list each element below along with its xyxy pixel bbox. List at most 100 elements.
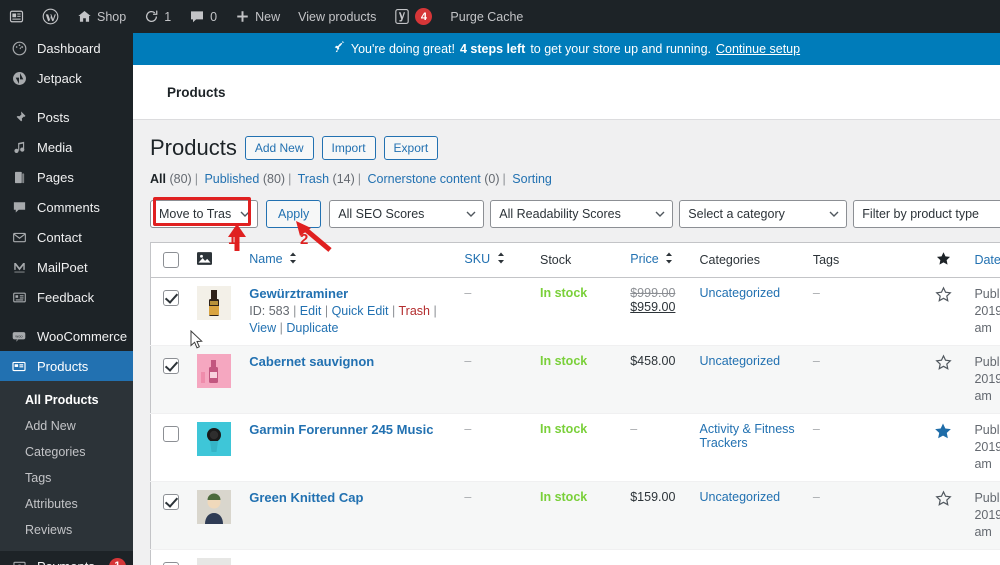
add-new-button[interactable]: Add New xyxy=(244,136,314,161)
bulk-action-select[interactable]: Move to Trash xyxy=(150,199,258,228)
new-content-menu[interactable]: New xyxy=(226,0,289,33)
product-name-link[interactable]: Garmin Forerunner 245 Music xyxy=(249,422,448,437)
select-all-checkbox[interactable] xyxy=(163,251,179,268)
row-action-quick-edit[interactable]: Quick Edit xyxy=(332,304,389,318)
sidebar-item-dashboard[interactable]: Dashboard xyxy=(0,33,133,63)
apply-button[interactable]: Apply xyxy=(266,199,322,228)
table-row[interactable]: Cabernet sauvignon – In stock $458.00 Un… xyxy=(150,345,1000,414)
row-actions: ID: 583 | Edit | Quick Edit | Trash | Vi… xyxy=(249,303,437,335)
table-row[interactable]: Garmin Forerunner 245 Music – In stock –… xyxy=(150,413,1000,482)
comments-menu[interactable]: 0 xyxy=(180,0,226,33)
sidebar-item-products[interactable]: Products xyxy=(0,351,133,381)
product-type-filter-select[interactable]: Filter by product type xyxy=(853,199,1000,228)
row-select-checkbox[interactable] xyxy=(163,289,179,306)
submenu-item-all-products[interactable]: All Products xyxy=(0,387,133,413)
category-link[interactable]: Uncategorized xyxy=(700,354,781,368)
row-categories: Uncategorized xyxy=(692,345,805,413)
submenu-item-tags[interactable]: Tags xyxy=(0,465,133,491)
wp-logo-menu[interactable] xyxy=(0,0,33,33)
sidebar-item-media[interactable]: Media xyxy=(0,132,133,162)
continue-setup-link[interactable]: Continue setup xyxy=(716,42,800,56)
yoast-notification-badge: 4 xyxy=(415,8,433,25)
product-name-link[interactable]: Cabernet sauvignon xyxy=(249,354,448,369)
row-action-view[interactable]: View xyxy=(249,321,276,335)
row-featured[interactable] xyxy=(920,345,966,413)
import-button[interactable]: Import xyxy=(321,136,376,161)
view-sorting[interactable]: Sorting xyxy=(512,172,552,186)
column-name[interactable]: Name xyxy=(241,242,457,278)
category-link[interactable]: Uncategorized xyxy=(700,490,781,504)
seo-score-filter-select[interactable]: All SEO Scores xyxy=(329,199,485,228)
column-name-label[interactable]: Name xyxy=(249,252,282,266)
column-sku-label[interactable]: SKU xyxy=(464,252,490,266)
column-date[interactable]: Date xyxy=(966,242,1000,278)
submenu-item-add-new[interactable]: Add New xyxy=(0,413,133,439)
sidebar-item-payments[interactable]: $ Payments 1 xyxy=(0,551,133,565)
site-wp-icon-menu[interactable] xyxy=(33,0,68,33)
sidebar-item-contact[interactable]: Contact xyxy=(0,222,133,252)
row-featured[interactable] xyxy=(920,481,966,549)
row-action-duplicate[interactable]: Duplicate xyxy=(286,321,338,335)
jetpack-icon xyxy=(10,71,28,86)
category-filter-select[interactable]: Select a category xyxy=(679,199,848,228)
column-sku[interactable]: SKU xyxy=(456,242,532,278)
row-stock: In stock xyxy=(532,413,622,481)
column-price[interactable]: Price xyxy=(622,242,692,278)
star-outline-icon[interactable] xyxy=(928,286,958,306)
row-featured[interactable] xyxy=(920,549,966,565)
sidebar-item-woocommerce[interactable]: woo WooCommerce xyxy=(0,321,133,351)
sidebar-item-comments[interactable]: Comments xyxy=(0,192,133,222)
price-sale: $159.00 xyxy=(630,489,676,504)
row-sku xyxy=(456,549,532,565)
row-name-cell xyxy=(241,549,456,565)
export-button[interactable]: Export xyxy=(383,136,439,161)
sidebar-item-label: Posts xyxy=(37,109,70,125)
updates-menu[interactable]: 1 xyxy=(135,0,180,33)
category-link[interactable]: Uncategorized xyxy=(700,286,781,300)
row-select-checkbox[interactable] xyxy=(163,357,179,374)
sidebar-item-mailpoet[interactable]: MailPoet xyxy=(0,252,133,282)
view-published-count: (80) xyxy=(262,171,286,186)
row-select-checkbox[interactable] xyxy=(163,493,179,510)
product-name-link[interactable]: Green Knitted Cap xyxy=(249,490,448,505)
category-link[interactable]: Activity & Fitness Trackers xyxy=(700,422,795,450)
purge-cache-button[interactable]: Purge Cache xyxy=(441,0,532,33)
row-tags: – xyxy=(812,489,820,504)
submenu-item-categories[interactable]: Categories xyxy=(0,439,133,465)
view-trash[interactable]: Trash xyxy=(298,172,330,186)
sidebar-item-feedback[interactable]: Feedback xyxy=(0,282,133,312)
view-cornerstone-content[interactable]: Cornerstone content xyxy=(368,172,481,186)
readability-score-filter-select[interactable]: All Readability Scores xyxy=(490,199,674,228)
row-featured[interactable] xyxy=(920,413,966,481)
star-outline-icon[interactable] xyxy=(928,490,958,510)
table-row[interactable] xyxy=(151,549,1000,565)
row-action-edit[interactable]: Edit xyxy=(300,304,322,318)
sidebar-item-pages[interactable]: Pages xyxy=(0,162,133,192)
row-select-checkbox[interactable] xyxy=(163,561,179,565)
star-outline-icon[interactable] xyxy=(928,354,958,374)
column-categories: Categories xyxy=(691,242,805,278)
submenu-item-reviews[interactable]: Reviews xyxy=(0,517,133,543)
notice-text-before: You're doing great! xyxy=(350,42,455,56)
sidebar-item-label: Dashboard xyxy=(37,40,101,56)
view-all[interactable]: All xyxy=(150,172,166,186)
view-products-link[interactable]: View products xyxy=(289,0,385,33)
column-price-label[interactable]: Price xyxy=(630,252,658,266)
row-thumbnail-cell xyxy=(189,277,241,345)
submenu-item-attributes[interactable]: Attributes xyxy=(0,491,133,517)
site-name-menu[interactable]: Shop xyxy=(68,0,135,33)
table-row[interactable]: Green Knitted Cap – In stock $159.00 Unc… xyxy=(150,481,1000,550)
column-date-label[interactable]: Date xyxy=(974,253,1000,267)
sidebar-item-jetpack[interactable]: Jetpack xyxy=(0,63,133,93)
products-table: Name SKU Stock Price Categories Tags Dat… xyxy=(150,241,1000,565)
row-select-checkbox[interactable] xyxy=(163,425,179,442)
view-published[interactable]: Published xyxy=(204,172,259,186)
product-name-link[interactable]: Gewürztraminer xyxy=(249,286,448,301)
row-featured[interactable] xyxy=(920,277,966,345)
star-filled-icon[interactable] xyxy=(928,422,958,443)
sidebar-item-posts[interactable]: Posts xyxy=(0,102,133,132)
view-cornerstone-count: (0) xyxy=(484,171,500,186)
table-row[interactable]: Gewürztraminer ID: 583 | Edit | Quick Ed… xyxy=(150,277,1000,346)
yoast-seo-menu[interactable]: 4 xyxy=(385,0,441,33)
row-action-trash[interactable]: Trash xyxy=(399,304,431,318)
